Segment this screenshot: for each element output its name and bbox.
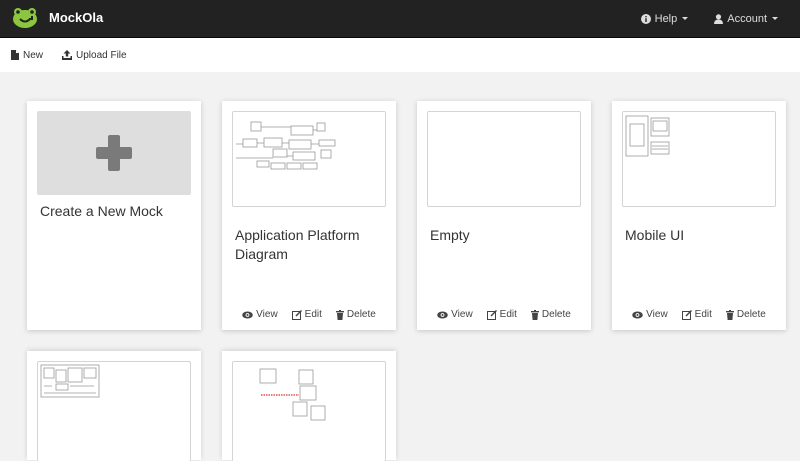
edit-icon [291, 309, 302, 320]
mock-card: Mobile UI View Edit Delete [612, 101, 786, 330]
chevron-down-icon [772, 17, 778, 20]
help-label: Help [654, 12, 678, 25]
account-label: Account [727, 12, 767, 25]
toolbar: New Upload File [0, 38, 800, 72]
edit-label: Edit [304, 309, 322, 320]
mock-thumbnail[interactable] [232, 361, 386, 461]
mock-card [222, 351, 396, 461]
card-actions: View Edit Delete [222, 309, 396, 320]
edit-button[interactable]: Edit [681, 309, 712, 320]
create-mock-card[interactable]: Create a New Mock [27, 101, 201, 330]
user-icon [714, 13, 724, 24]
account-menu[interactable]: Account [714, 13, 778, 25]
brand[interactable]: MockOla [12, 7, 103, 29]
info-icon [640, 13, 651, 24]
edit-label: Edit [499, 309, 517, 320]
delete-label: Delete [541, 309, 571, 320]
diagram-preview [259, 368, 326, 421]
mock-card: Empty View Edit Delete [417, 101, 591, 330]
mockola-logo-icon [13, 8, 37, 28]
card-actions: View Edit Delete [417, 309, 591, 320]
trash-icon [335, 309, 344, 320]
mock-thumbnail[interactable] [232, 111, 386, 207]
diagram-preview [236, 121, 336, 170]
help-menu[interactable]: Help [640, 12, 689, 25]
new-button[interactable]: New [11, 50, 43, 61]
edit-button[interactable]: Edit [486, 309, 517, 320]
view-button[interactable]: View [437, 309, 473, 320]
plus-icon [96, 135, 132, 171]
upload-file-button[interactable]: Upload File [62, 50, 127, 61]
brand-name: MockOla [49, 10, 104, 25]
chevron-down-icon [682, 17, 689, 20]
mock-card [27, 351, 201, 461]
mock-thumbnail[interactable] [622, 111, 776, 207]
eye-icon [242, 311, 253, 318]
new-label: New [23, 49, 44, 61]
edit-icon [681, 309, 692, 320]
view-label: View [646, 309, 668, 320]
card-title: Mobile UI [625, 227, 685, 243]
card-actions: View Edit Delete [612, 309, 786, 320]
mobile-preview [625, 115, 670, 157]
view-label: View [256, 309, 278, 320]
edit-button[interactable]: Edit [291, 309, 322, 320]
delete-button[interactable]: Delete [725, 309, 766, 320]
delete-button[interactable]: Delete [530, 309, 571, 320]
edit-icon [486, 309, 497, 320]
card-title: Create a New Mock [40, 203, 163, 219]
edit-label: Edit [694, 309, 712, 320]
eye-icon [632, 311, 643, 318]
top-navbar: MockOla Help Account [0, 0, 800, 38]
upload-icon [62, 50, 72, 60]
delete-button[interactable]: Delete [335, 309, 376, 320]
view-label: View [451, 309, 473, 320]
trash-icon [530, 309, 539, 320]
eye-icon [437, 311, 448, 318]
card-title: Empty [430, 227, 470, 243]
upload-label: Upload File [76, 49, 127, 61]
create-mock-tile[interactable] [37, 111, 191, 195]
delete-label: Delete [736, 309, 766, 320]
delete-label: Delete [346, 309, 376, 320]
form-preview [40, 364, 100, 398]
view-button[interactable]: View [242, 309, 278, 320]
mock-thumbnail[interactable] [37, 361, 191, 461]
mock-thumbnail[interactable] [427, 111, 581, 207]
mock-card: Application Platform Diagram View Edit D… [222, 101, 396, 330]
file-icon [11, 50, 19, 60]
card-title: Application Platform Diagram [235, 227, 360, 262]
view-button[interactable]: View [632, 309, 668, 320]
trash-icon [725, 309, 734, 320]
